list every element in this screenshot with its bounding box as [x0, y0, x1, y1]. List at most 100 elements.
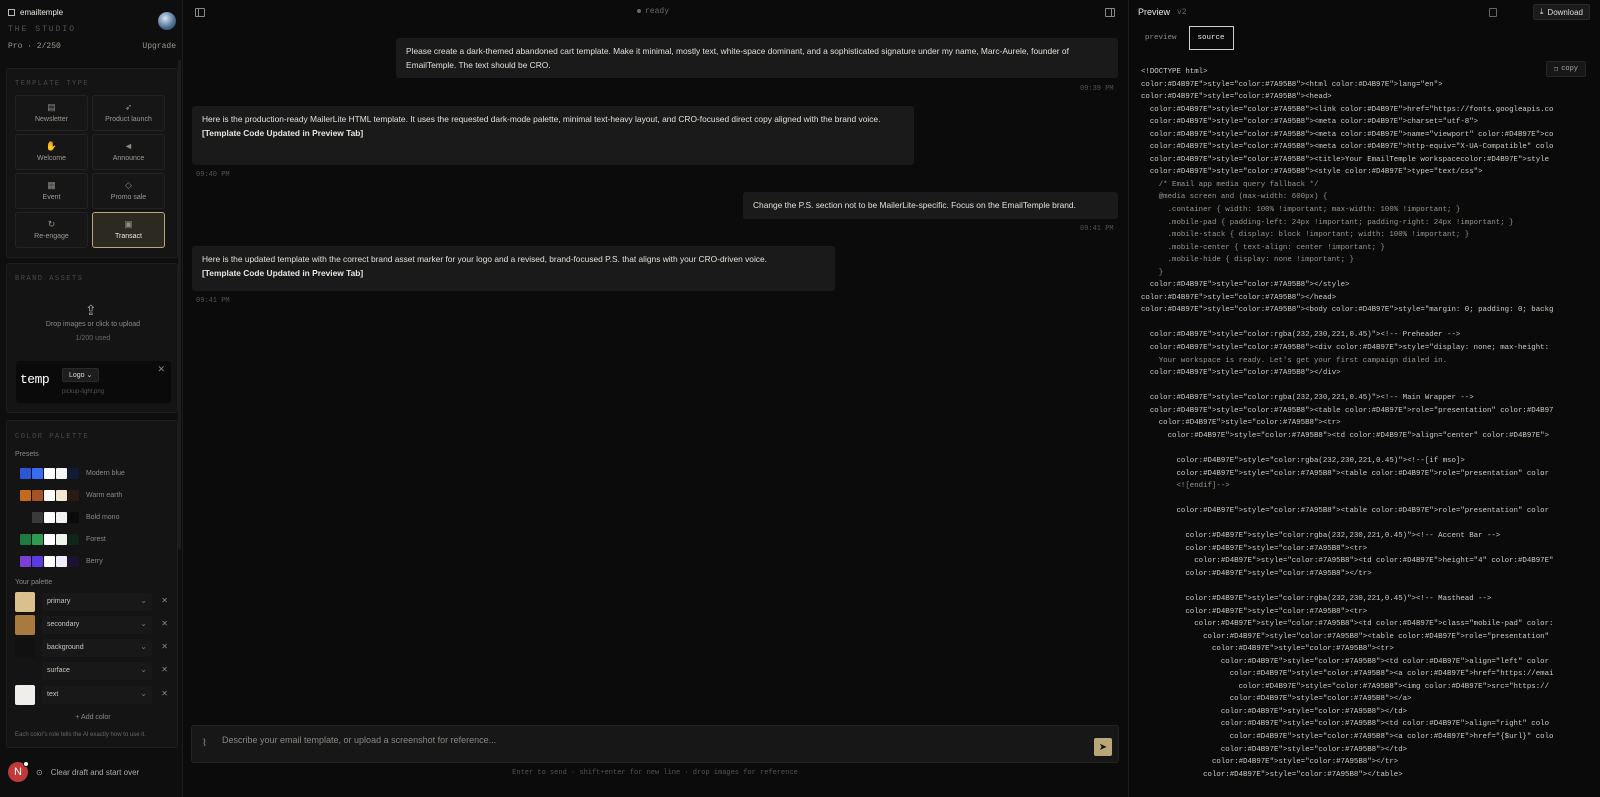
swatch	[56, 555, 67, 567]
copy-icon[interactable]	[1489, 8, 1497, 17]
message-composer[interactable]: ⌇ Describe your email template, or uploa…	[191, 725, 1119, 763]
template-type-re-engage[interactable]: ↻ Re-engage	[15, 212, 88, 248]
attach-icon[interactable]: ⌇	[202, 738, 207, 749]
template-type-promo-sale[interactable]: ◇ Promo sale	[92, 173, 165, 209]
source-line: color:#D4B97E">style="color:#7A95B8"><a …	[1141, 732, 1554, 741]
upgrade-link[interactable]: Upgrade	[142, 42, 176, 51]
template-type-transact[interactable]: ▣ Transact	[92, 212, 165, 248]
remove-color-icon[interactable]: ✕	[161, 596, 168, 605]
preset-warm-earth[interactable]: Warm earth	[20, 489, 122, 501]
source-code-view[interactable]: <!DOCTYPE html> color:#D4B97E">style="col…	[1141, 66, 1597, 796]
source-line: color:#D4B97E">style="color:#7A95B8"></t…	[1141, 707, 1408, 716]
source-line: color:#D4B97E">style="color:#7A95B8"><tr…	[1141, 607, 1368, 616]
source-line: color:#D4B97E">style="color:#7A95B8"><ta…	[1141, 406, 1554, 415]
sidebar-scrollbar[interactable]	[178, 60, 181, 550]
upload-icon[interactable]: ⇪	[85, 302, 97, 319]
brand[interactable]: emailtemple	[8, 8, 63, 17]
color-swatch[interactable]	[15, 638, 35, 658]
remove-color-icon[interactable]: ✕	[161, 619, 168, 628]
template-type-welcome[interactable]: ✋ Welcome	[15, 134, 88, 170]
preset-name: Modern blue	[86, 469, 125, 477]
your-palette-label: Your palette	[15, 579, 53, 586]
palette-hint: Each color's role tells the AI exactly h…	[15, 732, 146, 738]
palette-role-select[interactable]: primary ⌄	[42, 593, 152, 611]
palette-row-primary: primary ⌄ ✕	[15, 592, 173, 612]
source-line: color:#D4B97E">style="color:#7A95B8"></t…	[1141, 770, 1403, 779]
remove-color-icon[interactable]: ✕	[161, 689, 168, 698]
source-line: color:#D4B97E">style="color:#7A95B8"><me…	[1141, 143, 1554, 152]
color-palette-title: COLOR PALETTE	[15, 433, 90, 441]
palette-role-name: surface	[47, 667, 70, 674]
color-swatch[interactable]	[15, 661, 35, 681]
composer-input[interactable]: Describe your email template, or upload …	[222, 735, 496, 745]
send-button[interactable]: ➤	[1094, 738, 1112, 756]
swatch	[32, 533, 43, 545]
download-label: Download	[1547, 7, 1583, 17]
template-type-newsletter[interactable]: ▤ Newsletter	[15, 95, 88, 131]
brand-assets-title: BRAND ASSETS	[15, 275, 84, 283]
add-color-button[interactable]: + Add color	[7, 714, 179, 721]
color-swatch[interactable]	[15, 685, 35, 705]
studio-label: THE STUDIO	[8, 25, 77, 34]
source-line: color:#D4B97E">style="color:#7A95B8"><ht…	[1141, 80, 1443, 89]
source-line: color:#D4B97E">style="color:#7A95B8"></t…	[1141, 758, 1399, 767]
source-line: .container { width: 100% !important; max…	[1141, 206, 1461, 215]
user-message: Change the P.S. section not to be Mailer…	[743, 192, 1118, 219]
version-badge: v2	[1177, 8, 1187, 17]
preset-modern-blue[interactable]: Modern blue	[20, 467, 125, 479]
source-line: color:#D4B97E">style="color:#7A95B8"><td…	[1141, 720, 1550, 729]
chevron-down-icon: ⌄	[140, 665, 147, 674]
template-type-product-launch[interactable]: ➶ Product launch	[92, 95, 165, 131]
message-text: Here is the production-ready MailerLite …	[202, 114, 881, 124]
status-text: ready	[645, 7, 670, 16]
preset-name: Forest	[86, 535, 106, 543]
preset-name: Warm earth	[86, 491, 123, 499]
sidebar-toggle-icon[interactable]	[195, 8, 205, 17]
source-line: color:#D4B97E">style="color:#7A95B8"></s…	[1141, 281, 1350, 290]
template-type-label: Transact	[115, 233, 142, 240]
swatch	[44, 511, 55, 523]
upload-dropzone[interactable]: Drop images or click to upload	[7, 321, 179, 328]
remove-color-icon[interactable]: ✕	[161, 642, 168, 651]
palette-role-select[interactable]: text ⌄	[42, 686, 152, 704]
preset-bold-mono[interactable]: Bold mono	[20, 511, 119, 523]
preset-berry[interactable]: Berry	[20, 555, 103, 567]
chevron-down-icon: ⌄	[140, 642, 147, 651]
assistant-message: Here is the production-ready MailerLite …	[192, 106, 914, 165]
palette-role-select[interactable]: surface ⌄	[42, 662, 152, 680]
remove-asset-icon[interactable]: ✕	[157, 364, 165, 375]
color-swatch[interactable]	[15, 615, 35, 635]
template-type-label: Announce	[112, 155, 145, 162]
preset-name: Bold mono	[86, 513, 120, 521]
preview-panel: Preview v2 ⤓ Download preview source ❐ cop…	[1128, 0, 1600, 797]
tab-preview[interactable]: preview	[1137, 26, 1185, 50]
megaphone-icon: ◄	[124, 141, 133, 151]
asset-type-select[interactable]: Logo ⌄	[62, 368, 100, 382]
tab-source[interactable]: source	[1188, 26, 1234, 50]
palette-role-select[interactable]: background ⌄	[42, 639, 152, 657]
template-type-event[interactable]: ▦ Event	[15, 173, 88, 209]
message-time: 09:40 PM	[196, 171, 230, 179]
palette-role-name: text	[47, 691, 59, 698]
composer-hint: Enter to send · shift+enter for new line…	[512, 769, 798, 777]
download-button[interactable]: ⤓ Download	[1532, 4, 1590, 20]
brand-name: emailtemple	[20, 8, 64, 17]
color-swatch[interactable]	[15, 592, 35, 612]
source-line: color:#D4B97E">style="color:#7A95B8"></h…	[1141, 293, 1337, 302]
source-line	[1141, 580, 1597, 593]
preview-toggle-icon[interactable]	[1105, 8, 1115, 17]
clear-draft-button[interactable]: N ⊙ Clear draft and start over	[8, 761, 139, 782]
source-line	[1141, 442, 1597, 455]
remove-color-icon[interactable]: ✕	[161, 665, 168, 674]
template-type-grid: ▤ Newsletter ➶ Product launch ✋ Welcome ◄ An…	[15, 95, 172, 248]
palette-role-select[interactable]: secondary ⌄	[42, 616, 152, 634]
calendar-icon: ▦	[47, 180, 56, 190]
preset-forest[interactable]: Forest	[20, 533, 106, 545]
profile-avatar[interactable]	[158, 12, 176, 30]
template-type-announce[interactable]: ◄ Announce	[92, 134, 165, 170]
sidebar: emailtemple THE STUDIO Pro · 2/250 Upgra…	[0, 0, 183, 797]
swatch	[44, 533, 55, 545]
chat-panel: ready Please create a dark-themed abando…	[183, 0, 1127, 797]
swatch	[44, 555, 55, 567]
source-line	[1141, 317, 1597, 330]
